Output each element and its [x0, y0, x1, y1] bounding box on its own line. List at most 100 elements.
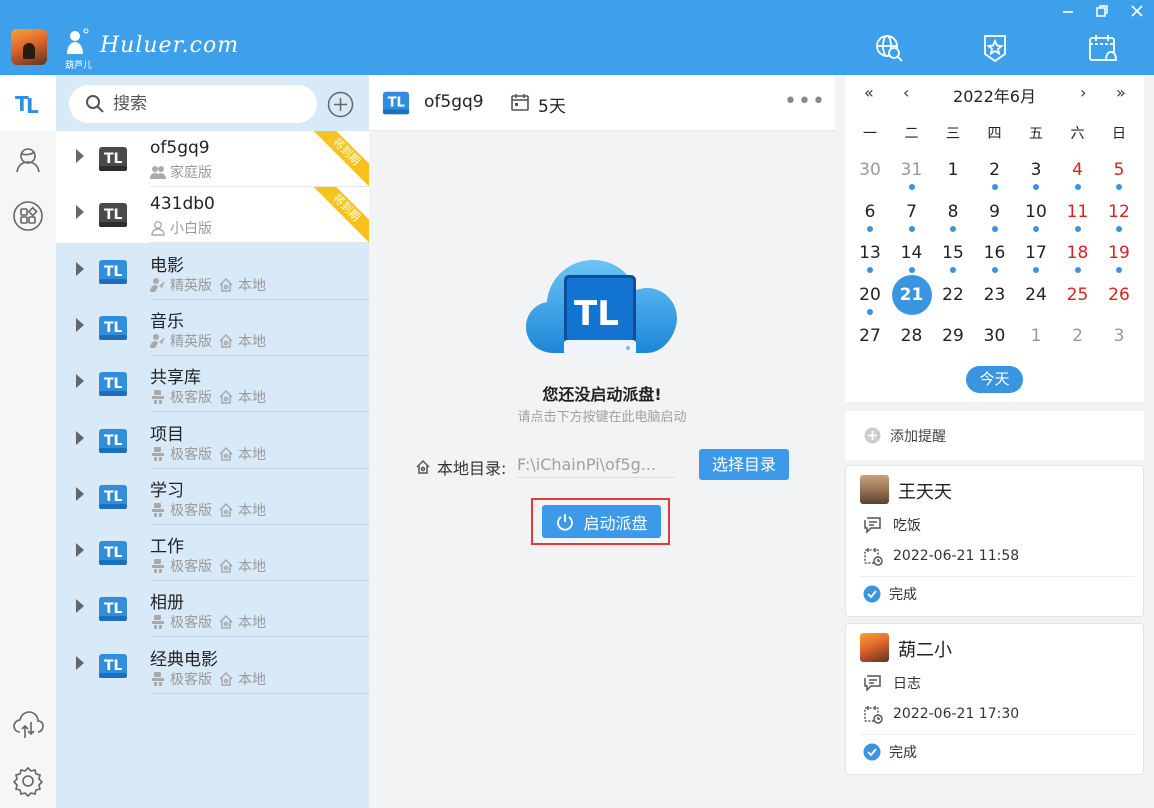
expand-arrow-icon[interactable] [76, 205, 84, 220]
weekday-label: 日 [1112, 126, 1126, 142]
cloud-transfer-icon[interactable] [12, 708, 44, 740]
add-drive-icon[interactable] [327, 91, 354, 118]
calendar-day[interactable]: 1 [933, 150, 973, 190]
add-reminder-button[interactable]: 添加提醒 [845, 411, 1144, 460]
reminder-card[interactable]: 葫二小 日志 2022-06-21 17:30 完成 [845, 623, 1144, 775]
calendar-day[interactable]: 11 [1058, 192, 1098, 232]
more-menu-icon[interactable]: ••• [784, 89, 826, 114]
calendar-bell-icon[interactable] [1087, 32, 1119, 64]
calendar-day[interactable]: 10 [1016, 192, 1056, 232]
calendar-day[interactable]: 27 [850, 316, 890, 356]
message-icon [864, 517, 881, 534]
event-dot [908, 267, 915, 273]
calendar-day[interactable]: 30 [975, 316, 1015, 356]
expand-arrow-icon[interactable] [76, 317, 84, 332]
web-search-icon[interactable] [873, 32, 905, 64]
start-pan-button[interactable]: 启动派盘 [542, 505, 661, 538]
close-icon[interactable] [1125, 4, 1149, 24]
search-box[interactable] [69, 85, 317, 123]
drive-item[interactable]: TL 音乐 精英版 本地 [56, 300, 369, 356]
pan-app-icon[interactable]: TL [12, 87, 44, 119]
expand-arrow-icon[interactable] [76, 430, 84, 445]
expand-arrow-icon[interactable] [76, 374, 84, 389]
next-month-button[interactable]: › [1080, 83, 1086, 102]
drive-icon: TL [99, 372, 127, 397]
drive-item[interactable]: TL 工作 极客版 本地 [56, 525, 369, 582]
calendar-day[interactable]: 6 [850, 192, 890, 232]
user-avatar[interactable] [11, 29, 47, 65]
calendar-day[interactable]: 22 [933, 275, 973, 315]
calendar-clock-icon [864, 706, 883, 724]
calendar-day[interactable]: 5 [1099, 150, 1139, 190]
reminder-avatar [860, 633, 889, 662]
search-input[interactable] [113, 92, 303, 116]
drive-item[interactable]: TL 项目 极客版 本地 [56, 413, 369, 469]
expand-arrow-icon[interactable] [76, 599, 84, 614]
today-button[interactable]: 今天 [966, 366, 1023, 393]
drive-item[interactable]: TL 经典电影 极客版 本地 [56, 638, 369, 694]
calendar-day[interactable]: 26 [1099, 275, 1139, 315]
reminder-status-row[interactable]: 完成 [863, 584, 917, 604]
drive-item[interactable]: TL 共享库 极客版 本地 [56, 356, 369, 413]
calendar-icon [511, 94, 529, 111]
reminder-status-row[interactable]: 完成 [863, 742, 917, 762]
calendar-day[interactable]: 30 [850, 150, 890, 190]
favorites-badge-icon[interactable] [979, 32, 1011, 64]
calendar-day[interactable]: 1 [1016, 316, 1056, 356]
reminder-avatar [860, 475, 889, 504]
drive-item[interactable]: TL 431db0 小白版 将到期 [56, 187, 369, 244]
settings-icon[interactable] [12, 765, 44, 798]
contacts-icon[interactable] [12, 144, 44, 176]
drive-item[interactable]: TL 相册 极客版 本地 [56, 581, 369, 638]
drive-item[interactable]: TL 电影 精英版 本地 [56, 244, 369, 300]
calendar-day[interactable]: 25 [1058, 275, 1098, 315]
calendar-day-today[interactable]: 21 [891, 274, 932, 315]
drive-item[interactable]: TL of5gq9 家庭版 将到期 [56, 131, 369, 187]
calendar-day[interactable]: 18 [1058, 233, 1098, 273]
calendar-day[interactable]: 12 [1099, 192, 1139, 232]
drive-item[interactable]: TL 学习 极客版 本地 [56, 469, 369, 525]
calendar-day[interactable]: 2 [975, 150, 1015, 190]
drive-name: 相册 [150, 593, 184, 614]
calendar-day[interactable]: 14 [892, 233, 932, 273]
day-number: 19 [1108, 243, 1130, 263]
day-number: 1 [947, 160, 959, 180]
svg-text:TL: TL [574, 294, 619, 334]
day-number: 17 [1025, 243, 1047, 263]
expand-arrow-icon[interactable] [76, 486, 84, 501]
choose-dir-button[interactable]: 选择目录 [699, 449, 789, 480]
expand-arrow-icon[interactable] [76, 149, 84, 163]
next-year-button[interactable]: » [1116, 83, 1126, 102]
svg-text:TL: TL [104, 601, 123, 617]
calendar-day[interactable]: 23 [975, 275, 1015, 315]
calendar-day[interactable]: 4 [1058, 150, 1098, 190]
expand-arrow-icon[interactable] [76, 543, 84, 558]
minimize-icon[interactable] [1056, 4, 1080, 24]
expand-arrow-icon[interactable] [76, 261, 84, 276]
apps-icon[interactable] [12, 200, 44, 232]
drive-edition: 精英版 [170, 277, 212, 294]
calendar-day[interactable]: 2 [1058, 316, 1098, 356]
calendar-day[interactable]: 3 [1099, 316, 1139, 356]
calendar-day[interactable]: 28 [892, 316, 932, 356]
calendar-day[interactable]: 15 [933, 233, 973, 273]
calendar-clock-icon [864, 548, 883, 566]
calendar-day[interactable]: 20 [850, 275, 890, 315]
reminder-card[interactable]: 王天天 吃饭 2022-06-21 11:58 完成 [845, 465, 1144, 617]
calendar-day[interactable]: 24 [1016, 275, 1056, 315]
local-dir-path[interactable]: F:\iChainPi\of5g... [517, 455, 675, 478]
expand-arrow-icon[interactable] [76, 655, 84, 670]
calendar-day[interactable]: 16 [975, 233, 1015, 273]
calendar-day[interactable]: 19 [1099, 233, 1139, 273]
weekday-label: 二 [904, 126, 919, 142]
restore-icon[interactable] [1090, 4, 1114, 24]
calendar-day[interactable]: 8 [933, 192, 973, 232]
calendar-day[interactable]: 3 [1016, 150, 1056, 190]
calendar-day[interactable]: 17 [1016, 233, 1056, 273]
calendar-day[interactable]: 13 [850, 233, 890, 273]
calendar-day[interactable]: 9 [975, 192, 1015, 232]
calendar-day[interactable]: 29 [933, 316, 973, 356]
calendar-day[interactable]: 7 [892, 192, 932, 232]
drive-icon: TL [99, 484, 127, 509]
calendar-day[interactable]: 31 [892, 150, 932, 190]
